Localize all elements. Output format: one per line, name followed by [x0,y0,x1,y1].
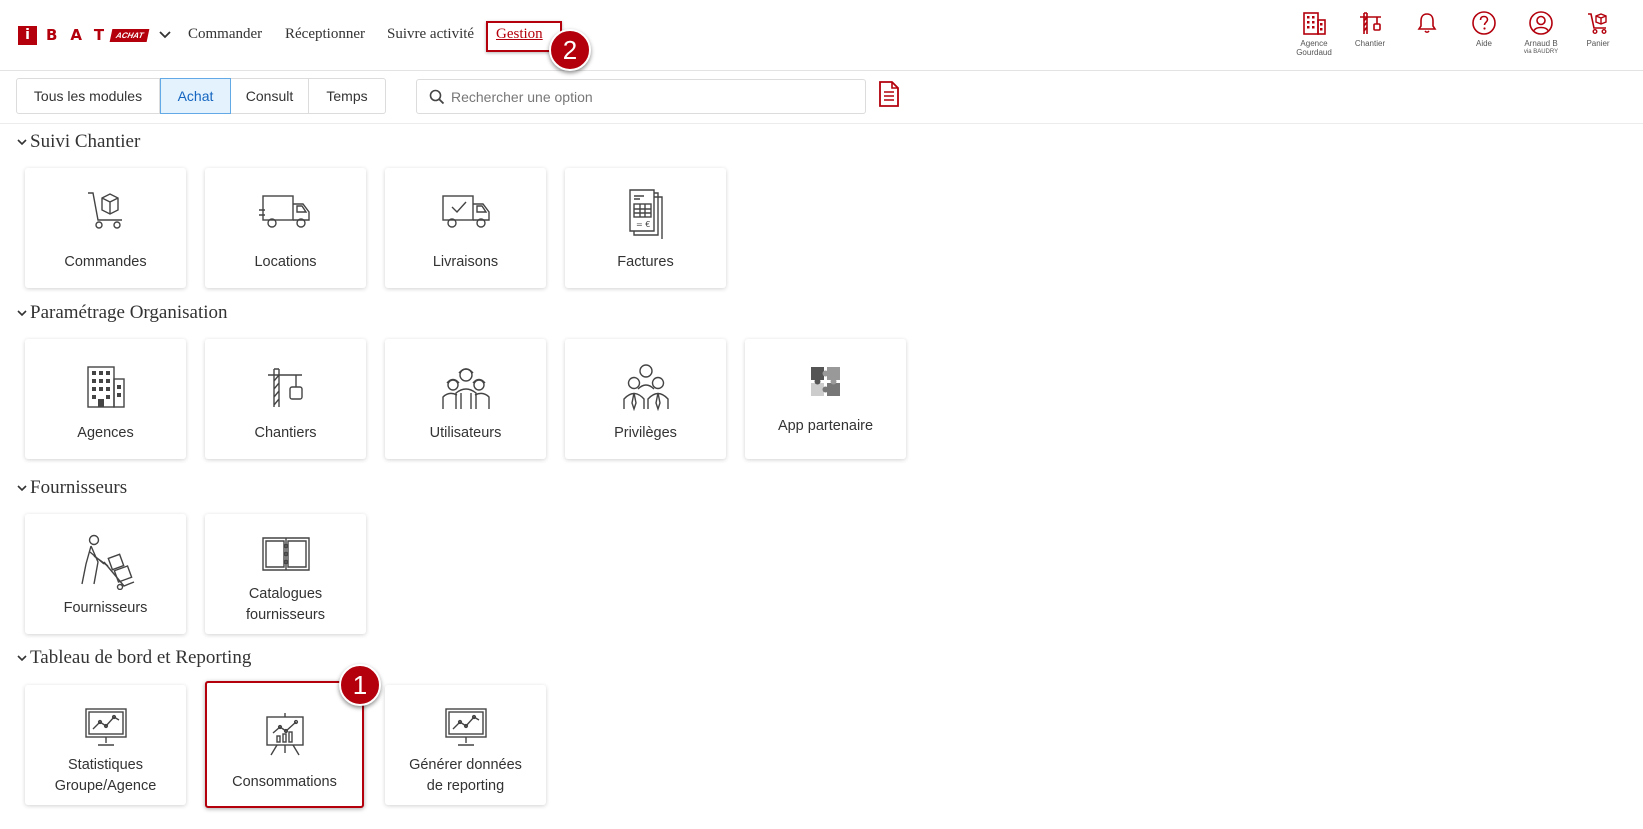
card-label: Catalogues [248,586,323,602]
card-utilisateurs[interactable]: Utilisateurs [385,339,546,459]
nav-commander[interactable]: Commander [188,26,262,43]
section-title-text: Fournisseurs [30,477,128,498]
card-catalogues-fournisseurs[interactable]: Catalogues fournisseurs [205,514,366,634]
building-icon [86,366,125,408]
card-label: Commandes [64,254,147,270]
chantier-button[interactable]: Chantier [1340,10,1400,48]
card-commandes[interactable]: Commandes [25,168,186,288]
crane-icon [267,368,303,407]
card-label: Livraisons [432,254,499,270]
card-label-line2: fournisseurs [246,607,325,623]
callout-badge-2: 2 [549,29,591,71]
chantier-label: Chantier [1354,39,1386,48]
building-icon [1303,12,1326,35]
section-fournisseurs[interactable]: Fournisseurs [16,477,127,499]
card-consommations[interactable]: Consommations [205,681,364,808]
top-navbar: i BAT ACHAT Commander Réceptionner Suivr… [0,0,1643,71]
nav-suivre-activite[interactable]: Suivre activité [387,26,474,43]
card-statistiques-groupe-agence[interactable]: Statistiques Groupe/Agence [25,685,186,805]
staff-group-icon [622,364,669,411]
panier-label: Panier [1586,39,1610,48]
agence-sublabel: Gourdaud [1296,48,1332,57]
user-icon [1529,11,1553,35]
tab-achat[interactable]: Achat [160,78,231,114]
ibat-logo[interactable]: i BAT ACHAT [18,25,150,45]
section-tableau-de-bord[interactable]: Tableau de bord et Reporting [16,647,251,669]
section-parametrage-organisation[interactable]: Paramétrage Organisation [16,302,228,324]
card-label: Locations [254,254,317,270]
card-label-line2: de reporting [426,778,505,794]
user-label: Arnaud B [1524,39,1558,48]
card-label: Consommations [232,774,337,790]
nav-receptionner[interactable]: Réceptionner [285,26,365,43]
bell-icon [1417,13,1437,34]
logo-letter: i [18,25,37,45]
panier-button[interactable]: Panier [1568,10,1628,48]
aide-label: Aide [1475,39,1492,48]
section-suivi-chantier[interactable]: Suivi Chantier [16,131,140,153]
agence-label: Agence [1300,39,1328,48]
card-label: Factures [617,254,674,270]
catalogue-book-icon [261,537,310,571]
section-title-text: Tableau de bord et Reporting [30,647,252,668]
aide-button[interactable]: Aide [1454,10,1514,48]
card-fournisseurs[interactable]: Fournisseurs [25,514,186,634]
chevron-down-icon [17,139,27,146]
card-chantiers[interactable]: Chantiers [205,339,366,459]
card-label: Utilisateurs [429,425,502,441]
card-label-line2: Groupe/Agence [54,778,157,794]
card-label: Agences [77,425,134,441]
module-toolbar: Tous les modules Achat Consult Temps [0,71,1643,124]
card-label: Fournisseurs [63,600,148,616]
section-title-text: Suivi Chantier [30,131,141,152]
truck-icon [258,195,310,228]
module-tabs: Tous les modules Achat Consult Temps [16,78,386,114]
svg-text:= €: = € [636,220,650,229]
invoice-icon: = € [628,189,663,239]
document-icon[interactable] [878,81,900,107]
chevron-down-icon[interactable] [157,27,173,43]
card-label: Chantiers [254,425,317,441]
card-privileges[interactable]: Privilèges [565,339,726,459]
callout-badge-1: 1 [339,664,381,706]
puzzle-icon [810,367,840,396]
search-icon [429,89,445,104]
card-label: Statistiques [68,757,143,773]
chevron-down-icon [17,310,27,317]
card-factures[interactable]: = € Factures [565,168,726,288]
delivery-person-icon [80,534,134,590]
card-label: Privilèges [614,425,677,441]
nav-gestion[interactable]: Gestion [496,26,543,43]
delivery-truck-icon [441,195,490,228]
card-agences[interactable]: Agences [25,339,186,459]
notifications-button[interactable] [1397,10,1457,36]
card-livraisons[interactable]: Livraisons [385,168,546,288]
cart-icon [1588,13,1607,35]
chevron-down-icon [17,655,27,662]
monitor-chart-icon [444,708,487,746]
card-label: Générer données [409,757,522,773]
tab-consult[interactable]: Consult [231,79,309,113]
card-locations[interactable]: Locations [205,168,366,288]
logo-name: BAT [46,26,118,44]
tab-tous-les-modules[interactable]: Tous les modules [17,79,160,113]
user-sublabel: via BAUDRY [1523,49,1559,55]
crane-icon [1360,12,1381,34]
agence-button[interactable]: Agence Gourdaud [1284,10,1344,57]
tab-temps[interactable]: Temps [309,79,385,113]
presentation-board-icon [265,713,304,756]
card-generer-donnees-reporting[interactable]: Générer données de reporting [385,685,546,805]
monitor-chart-icon [84,708,127,746]
card-label: App partenaire [777,418,874,434]
card-app-partenaire[interactable]: App partenaire [745,339,906,459]
workers-group-icon [441,368,490,409]
search-box[interactable] [416,79,866,114]
chevron-down-icon [17,485,27,492]
search-input[interactable] [451,88,851,105]
help-icon [1472,11,1496,35]
section-title-text: Paramétrage Organisation [30,302,228,323]
logo-badge: ACHAT [109,28,150,42]
cart-box-icon [87,192,122,229]
user-button[interactable]: Arnaud B via BAUDRY [1511,10,1571,57]
